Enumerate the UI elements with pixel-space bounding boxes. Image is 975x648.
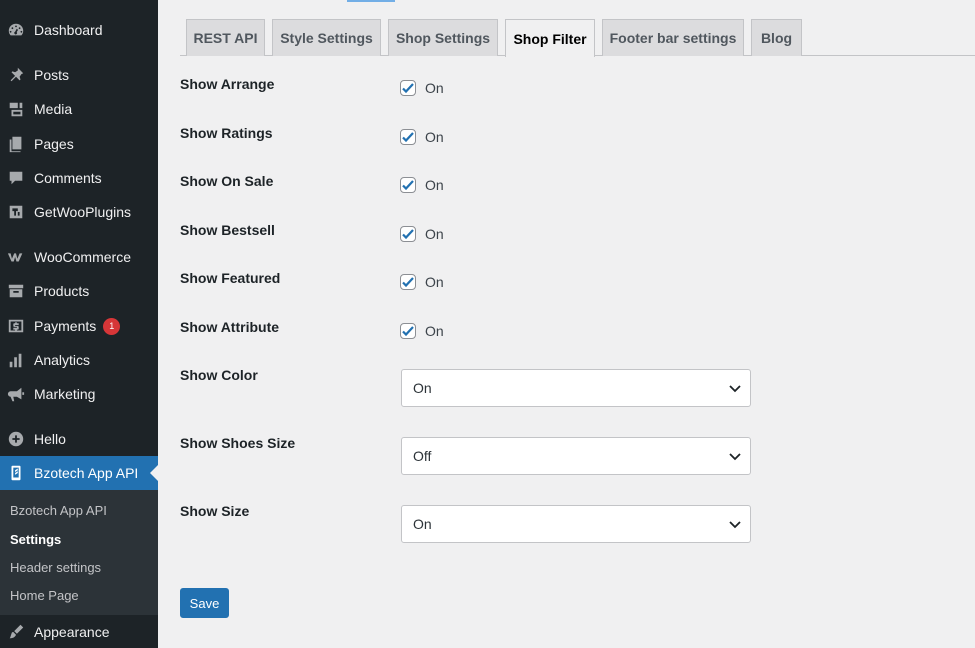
- chevron-down-icon: [729, 453, 741, 461]
- label-show-color: Show Color: [180, 367, 258, 383]
- menu-label: WooCommerce: [34, 249, 131, 265]
- menu-label: Marketing: [34, 386, 96, 402]
- checkbox-show-attribute[interactable]: [400, 323, 416, 339]
- label-show-on-sale: Show On Sale: [180, 173, 274, 189]
- brush-icon: [6, 622, 26, 642]
- checkbox-label: On: [425, 323, 444, 339]
- checkbox-label: On: [425, 177, 444, 193]
- chevron-down-icon: [729, 385, 741, 393]
- submenu: Bzotech App API Settings Header settings…: [0, 490, 158, 615]
- label-show-featured: Show Featured: [180, 270, 281, 286]
- menu-label: Comments: [34, 170, 102, 186]
- menu-label: Analytics: [34, 352, 91, 368]
- checkbox-show-bestsell[interactable]: [400, 226, 416, 242]
- menu-analytics[interactable]: Analytics: [0, 343, 158, 377]
- menu-products[interactable]: Products: [0, 274, 158, 308]
- plugin-icon: [6, 202, 26, 222]
- option-show-arrange: On: [400, 80, 444, 96]
- checkbox-show-featured[interactable]: [400, 274, 416, 290]
- label-show-arrange: Show Arrange: [180, 76, 275, 92]
- select-show-shoes-size[interactable]: Off: [401, 437, 751, 475]
- select-value: On: [413, 380, 432, 396]
- pages-icon: [6, 134, 26, 154]
- phone-icon: [6, 463, 26, 483]
- notification-badge: 1: [103, 317, 121, 335]
- tab-blog[interactable]: Blog: [751, 19, 802, 56]
- tab-style-settings[interactable]: Style Settings: [272, 19, 381, 56]
- submenu-settings[interactable]: Settings: [10, 532, 61, 547]
- submenu-header-settings[interactable]: Header settings: [10, 560, 101, 575]
- select-value: On: [413, 516, 432, 532]
- tab-shop-filter[interactable]: Shop Filter: [505, 19, 595, 57]
- menu-woocommerce[interactable]: WooCommerce: [0, 240, 158, 274]
- submenu-bzotech-app-api[interactable]: Bzotech App API: [10, 503, 107, 518]
- tab-shop-settings[interactable]: Shop Settings: [388, 19, 498, 56]
- menu-comments[interactable]: Comments: [0, 161, 158, 195]
- chevron-down-icon: [729, 521, 741, 529]
- option-show-bestsell: On: [400, 226, 444, 242]
- option-show-ratings: On: [400, 129, 444, 145]
- select-show-size[interactable]: On: [401, 505, 751, 543]
- submenu-home-page[interactable]: Home Page: [10, 588, 79, 603]
- checkbox-label: On: [425, 80, 444, 96]
- checkbox-label: On: [425, 274, 444, 290]
- menu-label: Bzotech App API: [34, 465, 139, 481]
- label-show-bestsell: Show Bestsell: [180, 222, 275, 238]
- label-show-attribute: Show Attribute: [180, 319, 280, 335]
- menu-label: Posts: [34, 67, 70, 83]
- label-show-shoes-size: Show Shoes Size: [180, 435, 296, 451]
- menu-label: Payments: [34, 318, 97, 334]
- label-show-size: Show Size: [180, 503, 250, 519]
- top-accent-line: [347, 0, 395, 2]
- plus-circle-icon: [6, 429, 26, 449]
- menu-label: Hello: [34, 431, 66, 447]
- menu-bzotech-app-api[interactable]: Bzotech App API: [0, 456, 158, 490]
- pin-icon: [6, 65, 26, 85]
- menu-getwooplugins[interactable]: GetWooPlugins: [0, 195, 158, 229]
- tab-rest-api[interactable]: REST API: [186, 19, 265, 56]
- comment-icon: [6, 168, 26, 188]
- checkbox-show-arrange[interactable]: [400, 80, 416, 96]
- menu-hello[interactable]: Hello: [0, 422, 158, 456]
- select-value: Off: [413, 448, 432, 464]
- archive-icon: [6, 281, 26, 301]
- menu-media[interactable]: Media: [0, 92, 158, 126]
- menu-label: Dashboard: [34, 22, 103, 38]
- checkbox-show-on-sale[interactable]: [400, 177, 416, 193]
- select-show-color[interactable]: On: [401, 369, 751, 407]
- media-icon: [6, 99, 26, 119]
- menu-posts[interactable]: Posts: [0, 58, 158, 92]
- settings-tabs: REST API Style Settings Shop Settings Sh…: [180, 19, 975, 57]
- bar-chart-icon: [6, 350, 26, 370]
- menu-label: Media: [34, 101, 73, 117]
- save-button[interactable]: Save: [180, 588, 229, 618]
- woo-icon: [6, 247, 26, 267]
- dollar-icon: [6, 316, 26, 336]
- option-show-featured: On: [400, 274, 444, 290]
- dashboard-icon: [6, 20, 26, 40]
- tab-footer-bar-settings[interactable]: Footer bar settings: [602, 19, 744, 56]
- label-show-ratings: Show Ratings: [180, 125, 273, 141]
- menu-label: Appearance: [34, 624, 110, 640]
- menu-payments[interactable]: Payments 1: [0, 309, 158, 343]
- checkbox-label: On: [425, 226, 444, 242]
- menu-appearance[interactable]: Appearance: [0, 615, 158, 648]
- menu-marketing[interactable]: Marketing: [0, 377, 158, 411]
- megaphone-icon: [6, 384, 26, 404]
- menu-pages[interactable]: Pages: [0, 127, 158, 161]
- menu-label: GetWooPlugins: [34, 204, 132, 220]
- menu-dashboard[interactable]: Dashboard: [0, 13, 158, 47]
- menu-label: Products: [34, 283, 90, 299]
- menu-label: Pages: [34, 136, 74, 152]
- option-show-on-sale: On: [400, 177, 444, 193]
- admin-sidebar: Dashboard Posts Media Pages Comments Get…: [0, 0, 158, 648]
- option-show-attribute: On: [400, 323, 444, 339]
- checkbox-label: On: [425, 129, 444, 145]
- checkbox-show-ratings[interactable]: [400, 129, 416, 145]
